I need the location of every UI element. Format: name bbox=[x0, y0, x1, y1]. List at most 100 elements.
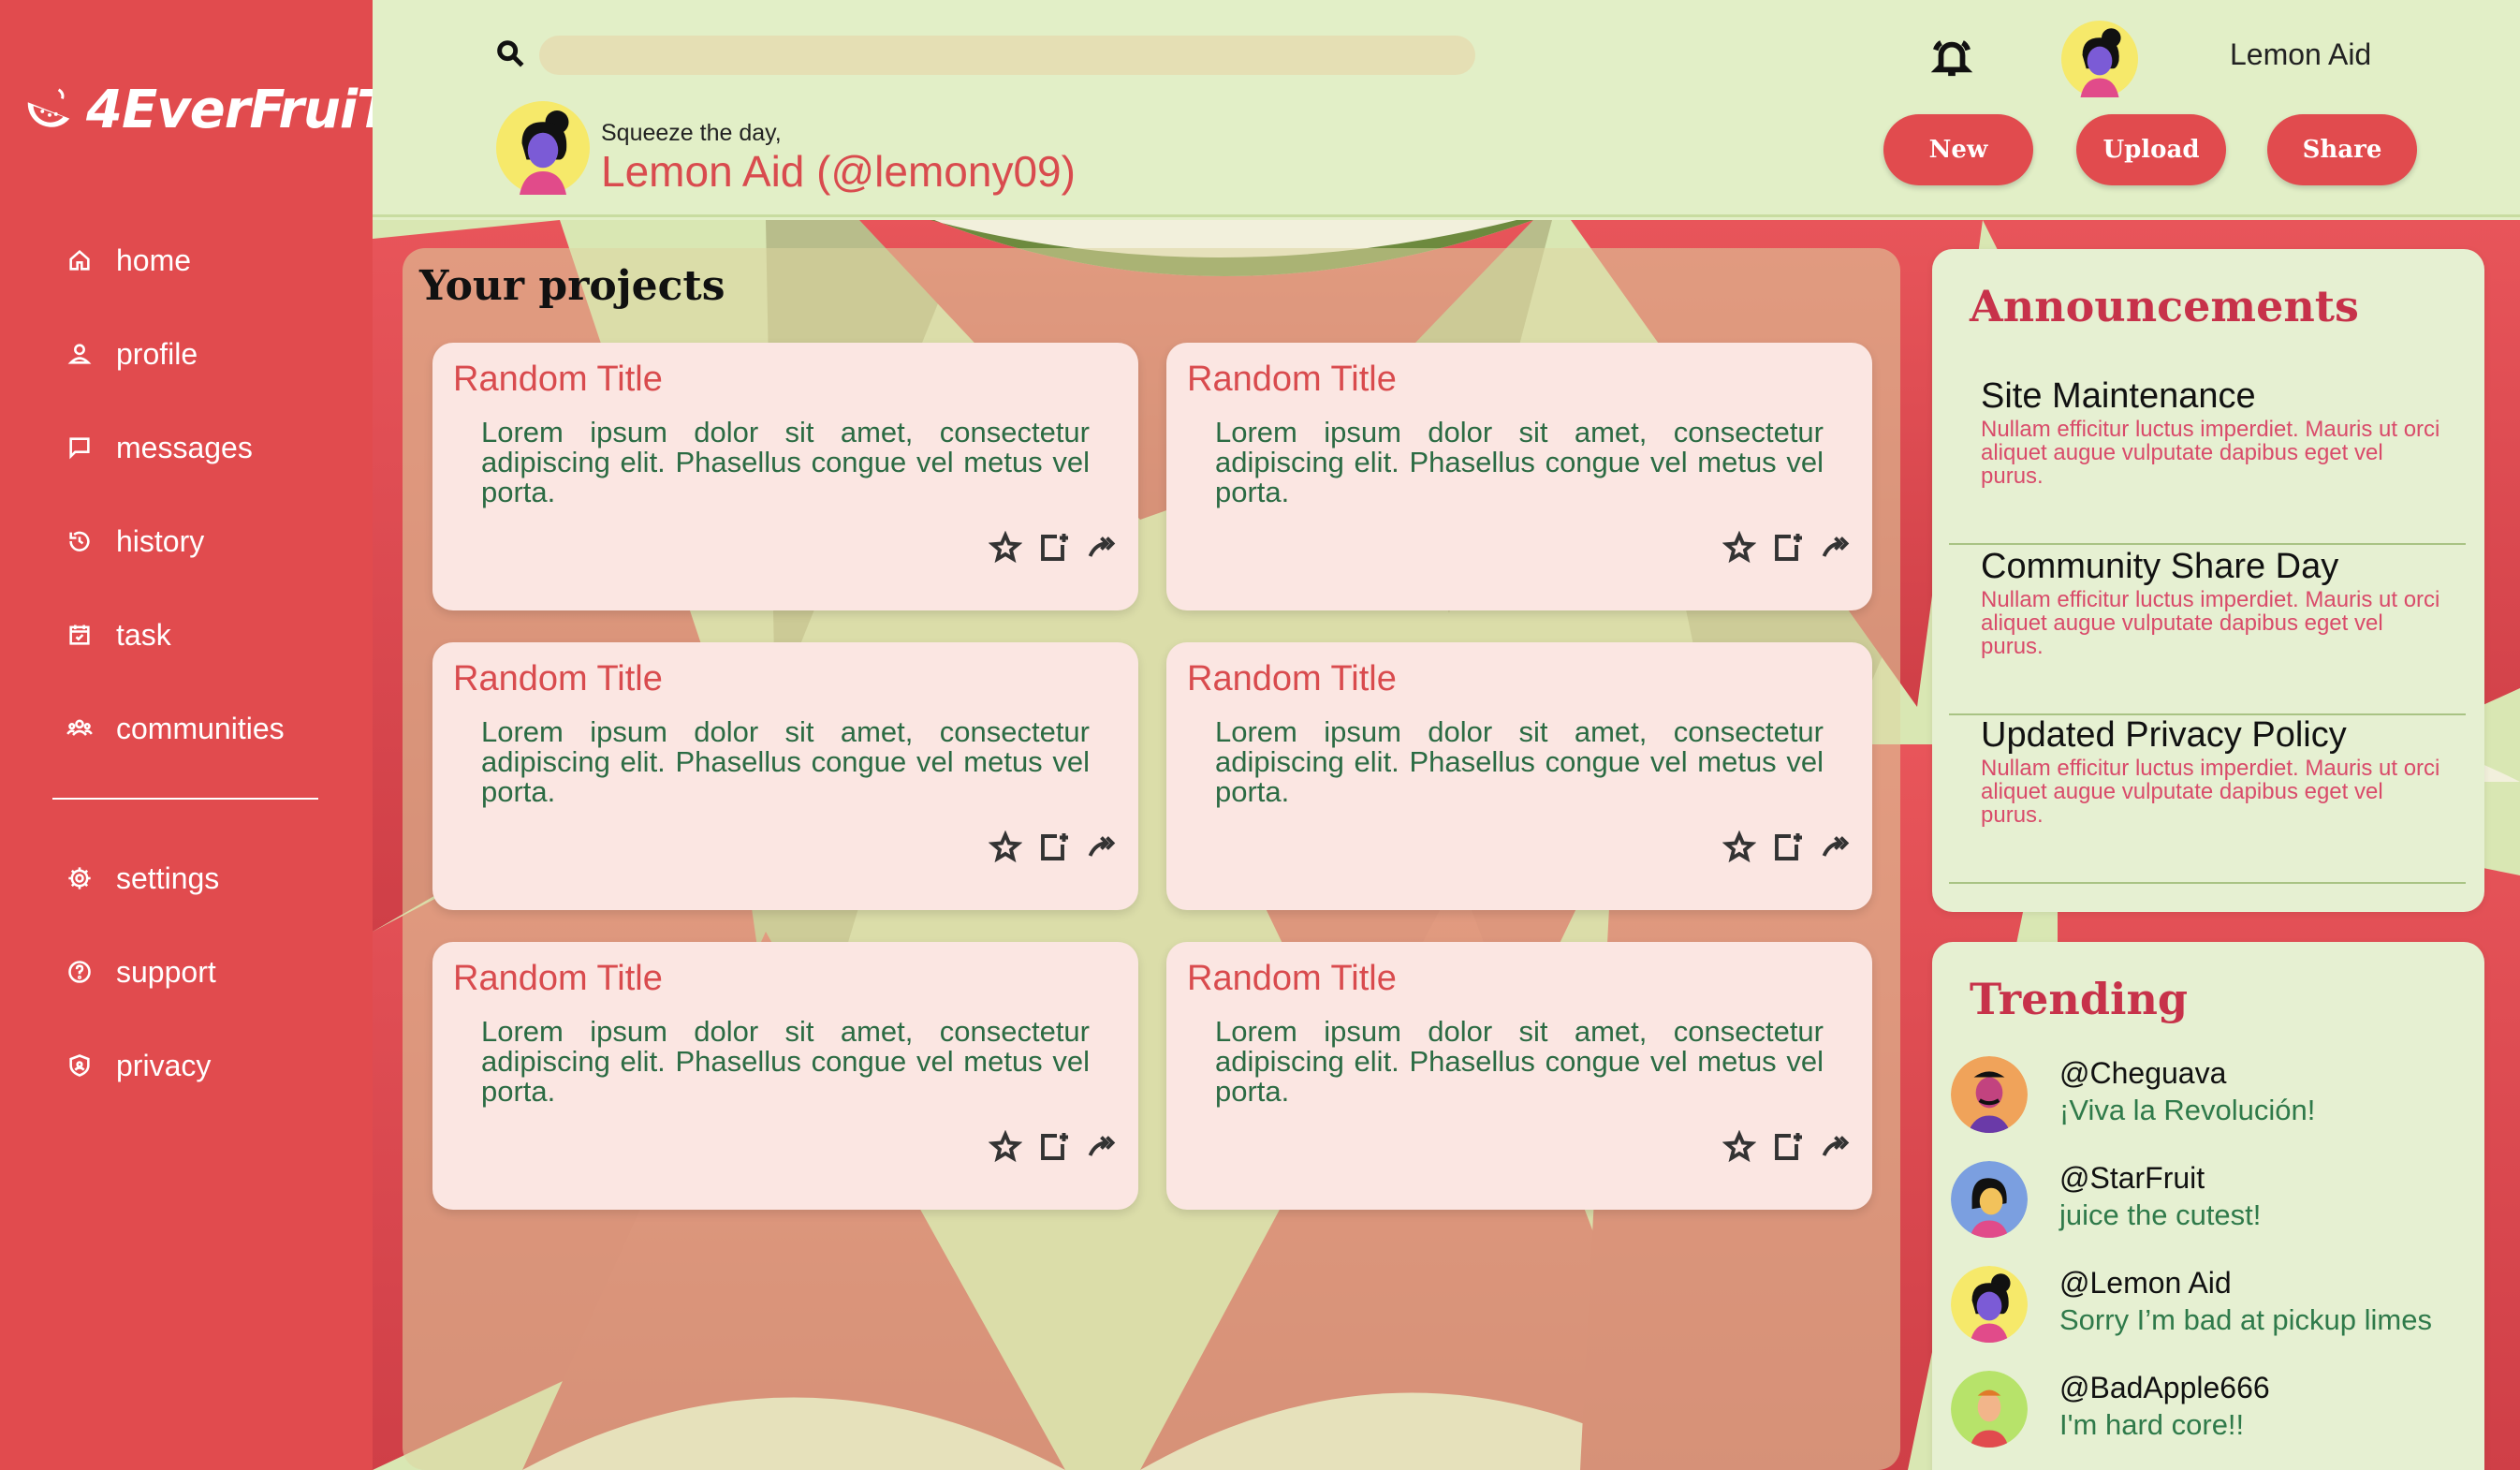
add-to-collection-icon[interactable] bbox=[1037, 531, 1071, 569]
star-icon[interactable] bbox=[988, 530, 1023, 569]
sidebar-item-label: support bbox=[116, 954, 216, 989]
search-input[interactable] bbox=[539, 36, 1475, 75]
sidebar-item-history[interactable]: history bbox=[0, 494, 373, 588]
sidebar-item-communities[interactable]: communities bbox=[0, 682, 373, 775]
announcement-item[interactable]: Updated Privacy Policy Nullam efficitur … bbox=[1949, 715, 2466, 884]
project-card-actions bbox=[988, 1129, 1120, 1169]
project-card-title[interactable]: Random Title bbox=[1187, 959, 1397, 999]
project-card-actions bbox=[1722, 530, 1853, 569]
star-icon[interactable] bbox=[1722, 830, 1757, 869]
project-card-title[interactable]: Random Title bbox=[1187, 659, 1397, 699]
trending-handle[interactable]: @Cheguava bbox=[2059, 1056, 2226, 1091]
add-to-collection-icon[interactable] bbox=[1037, 831, 1071, 869]
project-card-body: Lorem ipsum dolor sit amet, consectetur … bbox=[481, 715, 1090, 808]
user-avatar[interactable] bbox=[2061, 21, 2138, 97]
notifications-bell-icon[interactable] bbox=[1930, 36, 1977, 82]
trending-item[interactable]: @BadApple666 I'm hard core!! bbox=[1951, 1371, 2475, 1464]
sidebar-item-label: profile bbox=[116, 336, 198, 371]
watermelon-logo-icon bbox=[27, 88, 70, 127]
trending-avatar bbox=[1951, 1056, 2028, 1133]
star-icon[interactable] bbox=[1722, 530, 1757, 569]
star-icon[interactable] bbox=[1722, 1129, 1757, 1169]
project-card-body: Lorem ipsum dolor sit amet, consectetur … bbox=[481, 416, 1090, 508]
greeting-text: Squeeze the day, bbox=[601, 120, 782, 146]
trending-avatar bbox=[1951, 1161, 2028, 1238]
brand-logo[interactable]: 4EverFruiT bbox=[22, 67, 392, 152]
sidebar-nav: home profile messages history task commu… bbox=[0, 213, 373, 1112]
project-card[interactable]: Random Title Lorem ipsum dolor sit amet,… bbox=[432, 642, 1138, 910]
trending-handle[interactable]: @Lemon Aid bbox=[2059, 1266, 2232, 1301]
sidebar-item-privacy[interactable]: privacy bbox=[0, 1019, 373, 1112]
sidebar-item-label: privacy bbox=[116, 1048, 212, 1082]
trending-message: ¡Viva la Revolución! bbox=[2059, 1094, 2316, 1126]
project-card-actions bbox=[988, 530, 1120, 569]
trending-handle[interactable]: @BadApple666 bbox=[2059, 1371, 2270, 1405]
add-to-collection-icon[interactable] bbox=[1771, 531, 1805, 569]
trending-item[interactable]: @StarFruit juice the cutest! bbox=[1951, 1161, 2475, 1255]
sidebar-item-label: history bbox=[116, 523, 205, 558]
star-icon[interactable] bbox=[988, 1129, 1023, 1169]
search-icon[interactable] bbox=[494, 37, 526, 74]
home-icon bbox=[66, 246, 94, 274]
share-arrow-icon[interactable] bbox=[1086, 1130, 1120, 1169]
calendar-check-icon bbox=[66, 621, 94, 649]
project-card-actions bbox=[1722, 830, 1853, 869]
sidebar-item-settings[interactable]: settings bbox=[0, 831, 373, 925]
trending-message: juice the cutest! bbox=[2059, 1198, 2262, 1231]
project-card-title[interactable]: Random Title bbox=[453, 360, 663, 400]
share-arrow-icon[interactable] bbox=[1086, 531, 1120, 569]
announcement-desc: Nullam efficitur luctus imperdiet. Mauri… bbox=[1981, 417, 2440, 489]
trending-handle[interactable]: @StarFruit bbox=[2059, 1161, 2205, 1196]
announcement-title: Community Share Day bbox=[1981, 547, 2339, 586]
trending-item[interactable]: @Cheguava ¡Viva la Revolución! bbox=[1951, 1056, 2475, 1150]
trending-title: Trending bbox=[1970, 974, 2189, 1024]
announcement-item[interactable]: Community Share Day Nullam efficitur luc… bbox=[1949, 547, 2466, 715]
share-arrow-icon[interactable] bbox=[1820, 531, 1853, 569]
sidebar: 4EverFruiT home profile messages history… bbox=[0, 0, 392, 1470]
add-to-collection-icon[interactable] bbox=[1771, 1130, 1805, 1169]
new-button[interactable]: New bbox=[1883, 114, 2033, 185]
sidebar-item-support[interactable]: support bbox=[0, 925, 373, 1019]
project-card-actions bbox=[988, 830, 1120, 869]
sidebar-item-label: task bbox=[116, 617, 171, 652]
add-to-collection-icon[interactable] bbox=[1037, 1130, 1071, 1169]
project-card[interactable]: Random Title Lorem ipsum dolor sit amet,… bbox=[1166, 942, 1872, 1210]
profile-full-name: Lemon Aid (@lemony09) bbox=[601, 147, 1076, 196]
share-arrow-icon[interactable] bbox=[1820, 1130, 1853, 1169]
add-to-collection-icon[interactable] bbox=[1771, 831, 1805, 869]
project-card[interactable]: Random Title Lorem ipsum dolor sit amet,… bbox=[1166, 642, 1872, 910]
project-card-title[interactable]: Random Title bbox=[1187, 360, 1397, 400]
sidebar-item-home[interactable]: home bbox=[0, 213, 373, 307]
project-card[interactable]: Random Title Lorem ipsum dolor sit amet,… bbox=[432, 343, 1138, 610]
sidebar-divider bbox=[52, 798, 318, 800]
trending-item[interactable]: @Lemon Aid Sorry I’m bad at pickup limes bbox=[1951, 1266, 2475, 1360]
star-icon[interactable] bbox=[988, 830, 1023, 869]
chat-icon bbox=[66, 434, 94, 462]
project-card-actions bbox=[1722, 1129, 1853, 1169]
sidebar-item-messages[interactable]: messages bbox=[0, 401, 373, 494]
header-user-name[interactable]: Lemon Aid bbox=[2230, 37, 2371, 72]
profile-avatar bbox=[496, 101, 590, 195]
project-card-title[interactable]: Random Title bbox=[453, 659, 663, 699]
share-button[interactable]: Share bbox=[2267, 114, 2417, 185]
sidebar-item-label: messages bbox=[116, 430, 253, 464]
announcements-panel: Announcements Site Maintenance Nullam ef… bbox=[1932, 249, 2484, 912]
sidebar-item-task[interactable]: task bbox=[0, 588, 373, 682]
announcement-item[interactable]: Site Maintenance Nullam efficitur luctus… bbox=[1949, 376, 2466, 545]
announcement-title: Updated Privacy Policy bbox=[1981, 715, 2347, 755]
trending-avatar bbox=[1951, 1371, 2028, 1448]
upload-button[interactable]: Upload bbox=[2076, 114, 2226, 185]
project-card[interactable]: Random Title Lorem ipsum dolor sit amet,… bbox=[432, 942, 1138, 1210]
announcement-desc: Nullam efficitur luctus imperdiet. Mauri… bbox=[1981, 756, 2440, 828]
project-card-title[interactable]: Random Title bbox=[453, 959, 663, 999]
project-card-body: Lorem ipsum dolor sit amet, consectetur … bbox=[1215, 416, 1824, 508]
share-arrow-icon[interactable] bbox=[1086, 831, 1120, 869]
share-arrow-icon[interactable] bbox=[1820, 831, 1853, 869]
sidebar-item-profile[interactable]: profile bbox=[0, 307, 373, 401]
project-card-body: Lorem ipsum dolor sit amet, consectetur … bbox=[1215, 1015, 1824, 1108]
trending-panel: Trending @Cheguava ¡Viva la Revolución! … bbox=[1932, 942, 2484, 1470]
project-card[interactable]: Random Title Lorem ipsum dolor sit amet,… bbox=[1166, 343, 1872, 610]
sidebar-item-label: settings bbox=[116, 860, 220, 895]
brand-name: 4EverFruiT bbox=[86, 79, 392, 140]
gear-icon bbox=[66, 864, 94, 892]
